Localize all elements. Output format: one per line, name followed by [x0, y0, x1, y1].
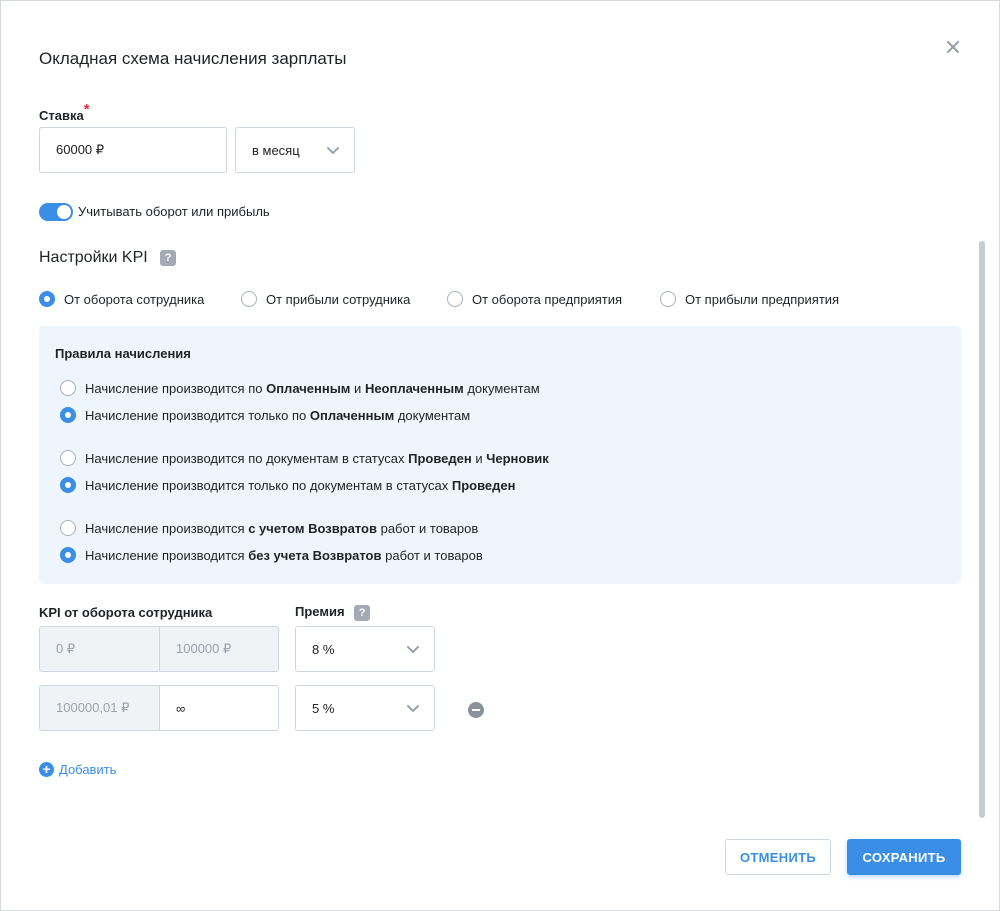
rule-label: Начисление производится по Оплаченным и … [85, 381, 540, 396]
rule-radio[interactable] [60, 477, 76, 493]
rule-radio[interactable] [60, 547, 76, 563]
rule-label: Начисление производится по документам в … [85, 451, 549, 466]
dialog-title: Окладная схема начисления зарплаты [39, 49, 347, 68]
kpi-to-field[interactable]: 100000 ₽ [159, 626, 279, 672]
chevron-down-icon [406, 642, 420, 659]
kpi-option-label: От прибыли сотрудника [266, 292, 411, 307]
rule-label: Начисление производится только по докуме… [85, 478, 516, 493]
help-icon[interactable]: ? [354, 604, 371, 621]
kpi-option-radio[interactable] [39, 291, 55, 307]
add-row-button[interactable]: + Добавить [39, 762, 116, 777]
rules-title: Правила начисления [55, 346, 191, 361]
toggle-knob [57, 205, 71, 219]
bonus-select[interactable]: 5 % [295, 685, 435, 731]
rate-label-text: Ставка [39, 108, 84, 123]
kpi-option-label: От оборота сотрудника [64, 292, 205, 307]
kpi-from-field: 0 ₽ [39, 626, 160, 672]
period-value: в месяц [252, 142, 300, 158]
add-label: Добавить [59, 762, 117, 777]
cancel-button[interactable]: ОТМЕНИТЬ [725, 839, 831, 875]
rule-radio[interactable] [60, 380, 76, 396]
rule-radio[interactable] [60, 520, 76, 536]
rule-label: Начисление производится с учетом Возврат… [85, 521, 479, 536]
kpi-title-text: Настройки KPI [39, 249, 148, 266]
kpi-option-radio[interactable] [447, 291, 463, 307]
rate-input[interactable]: 60000 ₽ [39, 127, 227, 173]
scrollbar[interactable] [979, 241, 985, 818]
rule-label: Начисление производится только по Оплаче… [85, 408, 471, 423]
kpi-table-label: KPI от оборота сотрудника [39, 605, 213, 620]
chevron-down-icon [406, 701, 420, 718]
salary-scheme-dialog: Окладная схема начисления зарплаты Ставк… [0, 0, 1000, 911]
accrual-rules-panel: Правила начисления Начисление производит… [39, 326, 961, 584]
rate-value: 60000 ₽ [56, 142, 105, 157]
rule-label: Начисление производится без учета Возвра… [85, 548, 483, 563]
plus-icon: + [39, 762, 54, 777]
help-icon[interactable]: ? [160, 249, 177, 266]
kpi-option-radio[interactable] [241, 291, 257, 307]
period-select[interactable]: в месяц [235, 127, 355, 173]
kpi-option-label: От прибыли предприятия [685, 292, 840, 307]
kpi-from-field: 100000,01 ₽ [39, 685, 160, 731]
rule-radio[interactable] [60, 407, 76, 423]
required-mark: * [83, 101, 90, 118]
close-icon[interactable] [943, 37, 963, 57]
kpi-option-label: От оборота предприятия [472, 292, 623, 307]
bonus-label: Премия ? [295, 604, 371, 621]
rate-label: Ставка* [39, 101, 90, 124]
rule-radio[interactable] [60, 450, 76, 466]
toggle-label: Учитывать оборот или прибыль [78, 204, 270, 219]
turnover-toggle[interactable] [39, 203, 73, 221]
kpi-settings-title: Настройки KPI ? [39, 249, 177, 267]
chevron-down-icon [326, 143, 340, 160]
remove-row-icon[interactable] [468, 702, 484, 718]
bonus-label-text: Премия [295, 604, 345, 619]
kpi-to-field[interactable]: ∞ [159, 685, 279, 731]
bonus-select[interactable]: 8 % [295, 626, 435, 672]
kpi-option-radio[interactable] [660, 291, 676, 307]
save-button[interactable]: СОХРАНИТЬ [847, 839, 961, 875]
